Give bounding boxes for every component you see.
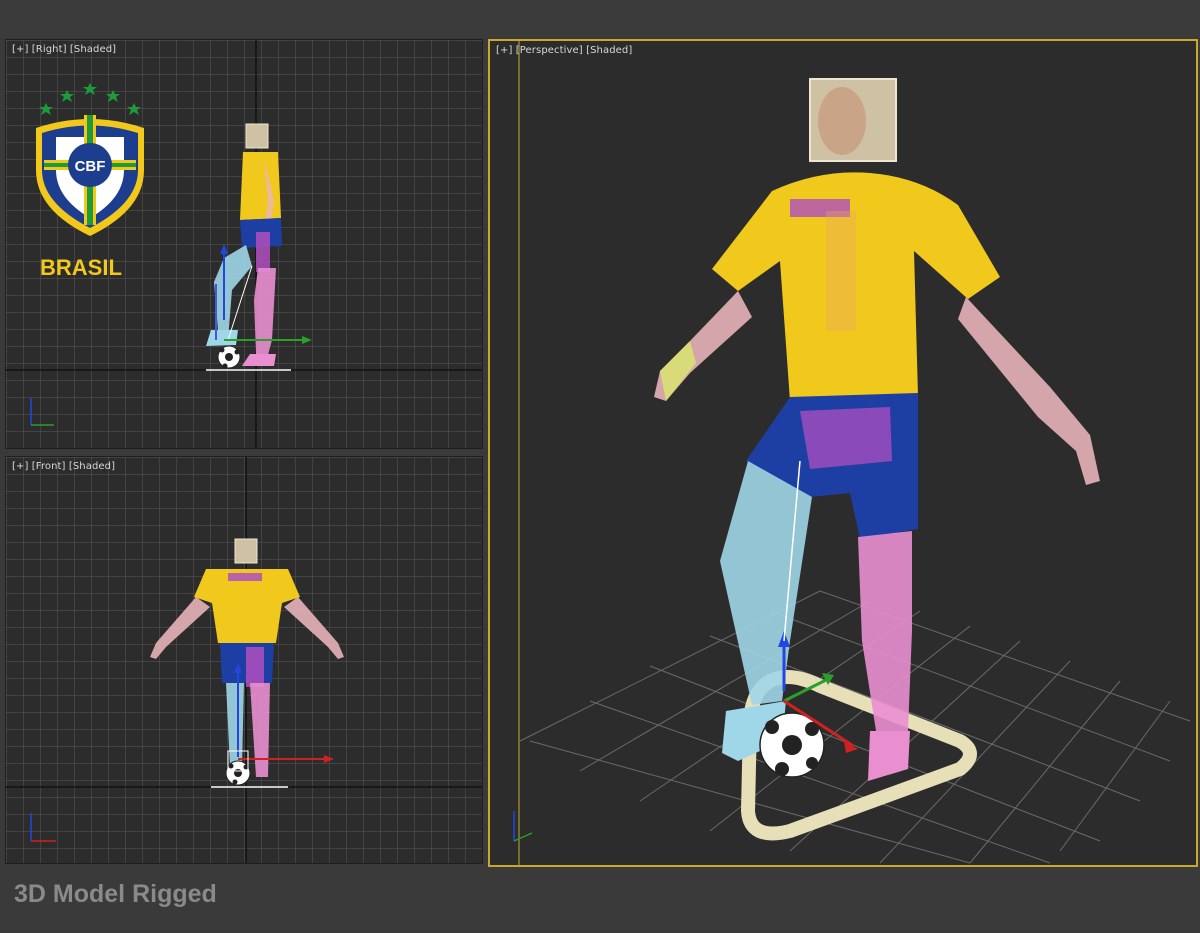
viewport-view-menu[interactable]: [Perspective] [516, 45, 583, 56]
viewport-label-front[interactable]: [+] [Front] [Shaded] [12, 461, 115, 472]
axis-tripod-icon [513, 811, 533, 842]
soccer-ball[interactable] [225, 760, 251, 786]
perspective-grid [519, 590, 1191, 864]
viewport-plus-menu[interactable]: [+] [12, 461, 28, 472]
viewport-right-canvas: CBF [6, 40, 482, 448]
viewport-view-menu[interactable]: [Front] [32, 461, 66, 472]
viewport-shading-menu[interactable]: [Shaded] [586, 45, 632, 56]
soccer-ball[interactable] [217, 345, 241, 369]
viewport-plus-menu[interactable]: [+] [12, 44, 28, 55]
top-toolbar-strip [0, 0, 1200, 37]
viewport-perspective-canvas [513, 41, 1191, 865]
viewport-right[interactable]: [+] [Right] [Shaded] CBF [5, 39, 483, 449]
cbf-badge-text: CBF [75, 158, 106, 175]
logo-country-text: BRASIL [40, 255, 122, 280]
caption-text: 3D Model Rigged [14, 880, 217, 908]
viewport-label-right[interactable]: [+] [Right] [Shaded] [12, 44, 116, 55]
viewport-front-canvas [6, 457, 482, 863]
viewport-view-menu[interactable]: [Right] [32, 44, 67, 55]
viewport-label-perspective[interactable]: [+] [Perspective] [Shaded] [496, 45, 632, 56]
viewport-shading-menu[interactable]: [Shaded] [70, 44, 116, 55]
soccer-ball[interactable] [759, 712, 825, 778]
player-model-perspective[interactable] [654, 78, 1100, 781]
viewport-plus-menu[interactable]: [+] [496, 45, 512, 56]
viewport-front[interactable]: [+] [Front] [Shaded] [5, 456, 483, 864]
viewport-perspective[interactable]: [+] [Perspective] [Shaded] [488, 39, 1198, 867]
viewport-shading-menu[interactable]: [Shaded] [69, 461, 115, 472]
